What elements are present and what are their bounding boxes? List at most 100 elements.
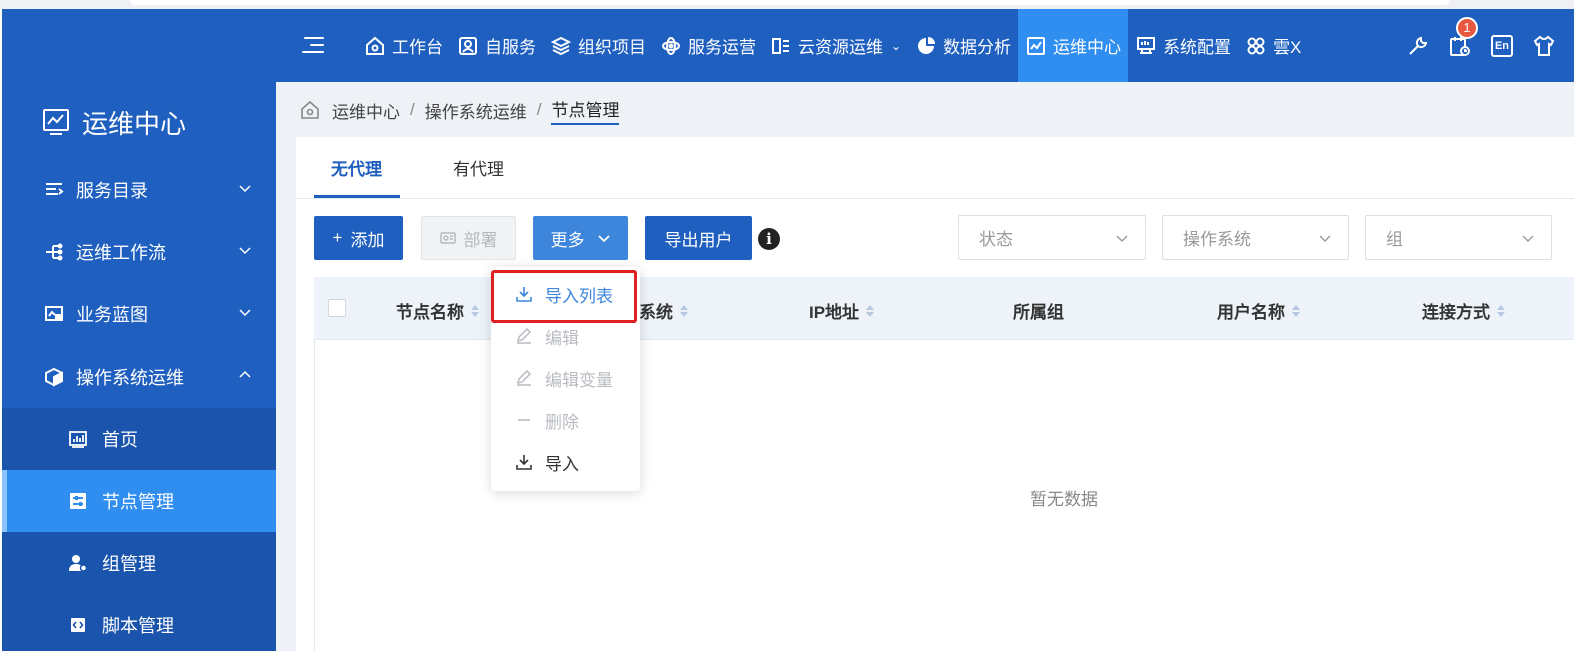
select-all-checkbox[interactable] <box>328 299 346 317</box>
address-bar[interactable] <box>130 0 1450 5</box>
schedule-icon[interactable]: 1 <box>1448 16 1478 58</box>
breadcrumb-current: 节点管理 <box>551 96 620 125</box>
browser-strip <box>0 0 1574 9</box>
info-icon[interactable]: i <box>758 228 780 250</box>
sidebar-group-label: 业务蓝图 <box>76 305 148 325</box>
nav-item-label: 运维中心 <box>1053 38 1122 57</box>
monitor-icon <box>1135 35 1157 57</box>
export-users-label: 导出用户 <box>664 230 733 250</box>
sidebar-title: 运维中心 <box>42 102 186 142</box>
nav-item-label: 工作台 <box>392 38 443 57</box>
deploy-button-label: 部署 <box>463 230 498 250</box>
sort-icon[interactable] <box>679 303 689 319</box>
sort-icon[interactable] <box>1291 303 1301 319</box>
menu-toggle-icon[interactable] <box>302 34 326 56</box>
sidebar-group-os-ops[interactable]: 操作系统运维 <box>2 346 276 408</box>
menu-item-label: 编辑 <box>545 328 579 348</box>
menu-item-import[interactable]: 导入 <box>491 442 640 482</box>
os-select[interactable]: 操作系统 <box>1162 215 1349 260</box>
add-button[interactable]: + 添加 <box>314 216 403 260</box>
breadcrumb-item[interactable]: 运维中心 <box>332 98 400 123</box>
column-label: 连接方式 <box>1422 303 1490 322</box>
nav-item-self-service[interactable]: 自服务 <box>450 9 543 82</box>
user-card-icon <box>457 35 479 57</box>
sidebar-group-label: 运维工作流 <box>76 243 166 263</box>
sidebar-item-node-management[interactable]: 节点管理 <box>2 470 276 532</box>
home-icon[interactable] <box>300 100 320 120</box>
export-users-button[interactable]: 导出用户 <box>645 216 752 260</box>
more-button-label: 更多 <box>550 230 585 250</box>
column-header-node-name[interactable]: 节点名称 <box>396 298 480 323</box>
clover-icon <box>1245 35 1267 57</box>
menu-item-delete[interactable]: 删除 <box>491 400 640 440</box>
sort-icon[interactable] <box>470 303 480 319</box>
more-button[interactable]: 更多 <box>533 216 628 260</box>
sidebar-item-home[interactable]: 首页 <box>2 408 276 470</box>
column-header-system[interactable]: 系统 <box>639 298 689 323</box>
sidebar-group-business-blueprint[interactable]: 业务蓝图 <box>2 283 276 345</box>
line-chart-icon <box>43 109 69 135</box>
nav-item-cloud-x[interactable]: 雲X <box>1238 9 1308 82</box>
nav-item-data-analysis[interactable]: 数据分析 <box>908 9 1018 82</box>
language-label: En <box>1491 34 1513 57</box>
column-label: 节点名称 <box>396 303 464 322</box>
nav-item-system-config[interactable]: 系统配置 <box>1128 9 1238 82</box>
nav-item-label: 系统配置 <box>1163 38 1232 57</box>
sidebar-group-ops-workflow[interactable]: 运维工作流 <box>2 221 276 283</box>
users-gear-icon <box>68 553 88 573</box>
nav-item-org-projects[interactable]: 组织项目 <box>543 9 653 82</box>
menu-item-edit-variables[interactable]: 编辑变量 <box>491 358 640 398</box>
menu-item-label: 编辑变量 <box>545 370 613 390</box>
deploy-button[interactable]: 部署 <box>421 216 516 260</box>
nav-item-cloud-ops[interactable]: 云资源运维 ⌄ <box>763 9 908 82</box>
atom-icon <box>660 35 682 57</box>
theme-shirt-icon[interactable] <box>1532 34 1556 58</box>
top-navigation: 工作台 自服务 组织项目 服务运营 云资源运维 ⌄ 数据分析 运维中心 系统配置… <box>2 9 1574 82</box>
dashboard-icon <box>68 429 88 449</box>
nav-item-ops-center[interactable]: 运维中心 <box>1018 9 1129 82</box>
sidebar-item-label: 首页 <box>102 430 138 450</box>
download-icon <box>515 453 533 471</box>
breadcrumb-item[interactable]: 操作系统运维 <box>425 98 527 123</box>
wrench-icon[interactable] <box>1406 34 1430 58</box>
menu-item-label: 删除 <box>545 412 579 432</box>
tab-with-agent[interactable]: 有代理 <box>453 155 504 180</box>
column-header-connection[interactable]: 连接方式 <box>1422 298 1506 323</box>
sidebar-item-label: 节点管理 <box>102 492 174 512</box>
pie-chart-icon <box>915 35 937 57</box>
sidebar-title-label: 运维中心 <box>82 108 187 139</box>
workflow-icon <box>44 242 64 262</box>
sidebar: 运维中心 服务目录 运维工作流 业务蓝图 操作系统运维 首页 节点管理 组管理 … <box>2 82 276 651</box>
column-header-ip-address[interactable]: IP地址 <box>809 298 875 323</box>
sidebar-item-label: 组管理 <box>102 554 156 574</box>
sidebar-item-group-management[interactable]: 组管理 <box>2 532 276 594</box>
plus-icon: + <box>332 228 343 247</box>
nav-item-workbench[interactable]: 工作台 <box>357 9 450 82</box>
node-settings-icon <box>68 491 88 511</box>
tab-agentless[interactable]: 无代理 <box>331 155 382 180</box>
language-toggle[interactable]: En <box>1490 34 1514 58</box>
sidebar-item-label: 脚本管理 <box>102 616 174 636</box>
cube-icon <box>44 367 64 387</box>
nav-item-service-ops[interactable]: 服务运营 <box>653 9 763 82</box>
status-select[interactable]: 状态 <box>958 215 1146 260</box>
breadcrumb-separator: / <box>410 100 415 119</box>
chevron-down-icon <box>1116 235 1128 242</box>
sidebar-item-script-management[interactable]: 脚本管理 <box>2 594 276 651</box>
nav-tools: 1 En <box>1406 9 1556 82</box>
column-header-username[interactable]: 用户名称 <box>1217 298 1301 323</box>
column-label: IP地址 <box>809 303 860 322</box>
nav-item-label: 自服务 <box>485 38 536 57</box>
notification-badge: 1 <box>1456 16 1478 39</box>
line-chart-icon <box>1025 35 1047 57</box>
chevron-down-icon <box>1522 235 1534 242</box>
sidebar-group-label: 服务目录 <box>76 181 148 201</box>
menu-item-label: 导入 <box>545 454 579 474</box>
home-icon <box>364 35 386 57</box>
sidebar-group-service-catalog[interactable]: 服务目录 <box>2 159 276 221</box>
chevron-down-icon <box>597 235 610 243</box>
column-header-group: 所属组 <box>1013 298 1064 323</box>
sort-icon[interactable] <box>1496 303 1506 319</box>
group-select[interactable]: 组 <box>1365 215 1552 260</box>
sort-icon[interactable] <box>865 303 875 319</box>
